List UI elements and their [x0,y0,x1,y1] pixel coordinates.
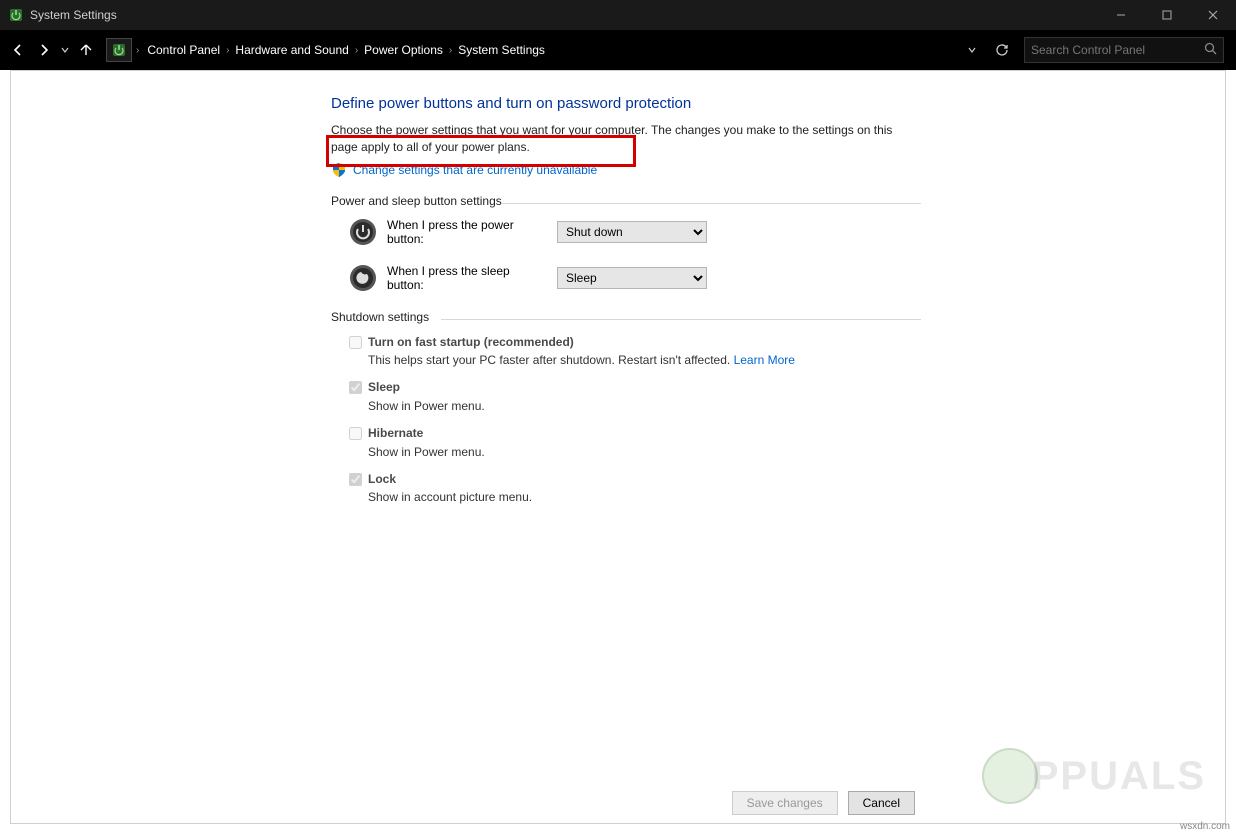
forward-button[interactable] [32,38,56,62]
address-dropdown[interactable] [958,38,986,62]
power-options-icon [8,7,24,23]
chevron-right-icon: › [134,45,141,56]
group-title-shutdown: Shutdown settings [331,310,911,324]
chevron-right-icon: › [353,45,360,56]
navigation-bar: › Control Panel › Hardware and Sound › P… [0,30,1236,70]
sleep-button-label: When I press the sleep button: [387,264,547,292]
location-icon[interactable] [106,38,132,62]
shield-icon [331,162,347,178]
power-button-icon [349,218,377,246]
refresh-button[interactable] [988,38,1016,62]
chevron-right-icon: › [224,45,231,56]
power-sleep-group: Power and sleep button settings When I p… [331,194,911,292]
back-button[interactable] [6,38,30,62]
check-label: Sleep [368,380,400,394]
breadcrumb: Control Panel › Hardware and Sound › Pow… [143,43,549,57]
change-settings-link[interactable]: Change settings that are currently unava… [331,162,597,178]
window-title: System Settings [30,8,1098,22]
checkbox-fast-startup[interactable] [349,336,362,349]
check-hibernate: Hibernate Show in Power menu. [349,425,911,461]
chevron-right-icon: › [447,45,454,56]
cancel-button[interactable]: Cancel [848,791,915,815]
learn-more-link[interactable]: Learn More [734,353,795,367]
power-button-label: When I press the power button: [387,218,547,246]
group-title-power-sleep: Power and sleep button settings [331,194,911,208]
close-button[interactable] [1190,0,1236,30]
search-icon[interactable] [1204,42,1217,58]
change-settings-link-label: Change settings that are currently unava… [353,163,597,177]
check-fast-startup: Turn on fast startup (recommended) This … [349,334,911,370]
footer: Save changes Cancel [11,783,1225,823]
check-sleep: Sleep Show in Power menu. [349,379,911,415]
titlebar: System Settings [0,0,1236,30]
search-input[interactable] [1031,43,1204,57]
page-description: Choose the power settings that you want … [331,122,911,156]
history-dropdown[interactable] [58,38,72,62]
source-label: wsxdn.com [1180,821,1230,832]
checkbox-lock[interactable] [349,473,362,486]
checkbox-hibernate[interactable] [349,427,362,440]
crumb-control-panel[interactable]: Control Panel [143,43,224,57]
page-title: Define power buttons and turn on passwor… [331,95,931,112]
content-area: Define power buttons and turn on passwor… [11,71,1225,783]
search-box[interactable] [1024,37,1224,63]
maximize-button[interactable] [1144,0,1190,30]
minimize-button[interactable] [1098,0,1144,30]
checkbox-sleep[interactable] [349,381,362,394]
power-button-select[interactable]: Shut down [557,221,707,243]
check-label: Lock [368,472,396,486]
up-button[interactable] [74,38,98,62]
sleep-button-icon [349,264,377,292]
crumb-system-settings[interactable]: System Settings [454,43,549,57]
check-label: Hibernate [368,426,423,440]
shutdown-group: Shutdown settings Turn on fast startup (… [331,310,911,507]
check-lock: Lock Show in account picture menu. [349,471,911,507]
sleep-button-select[interactable]: Sleep [557,267,707,289]
crumb-hardware-sound[interactable]: Hardware and Sound [231,43,352,57]
save-button[interactable]: Save changes [732,791,838,815]
check-label: Turn on fast startup (recommended) [368,335,574,349]
crumb-power-options[interactable]: Power Options [360,43,447,57]
